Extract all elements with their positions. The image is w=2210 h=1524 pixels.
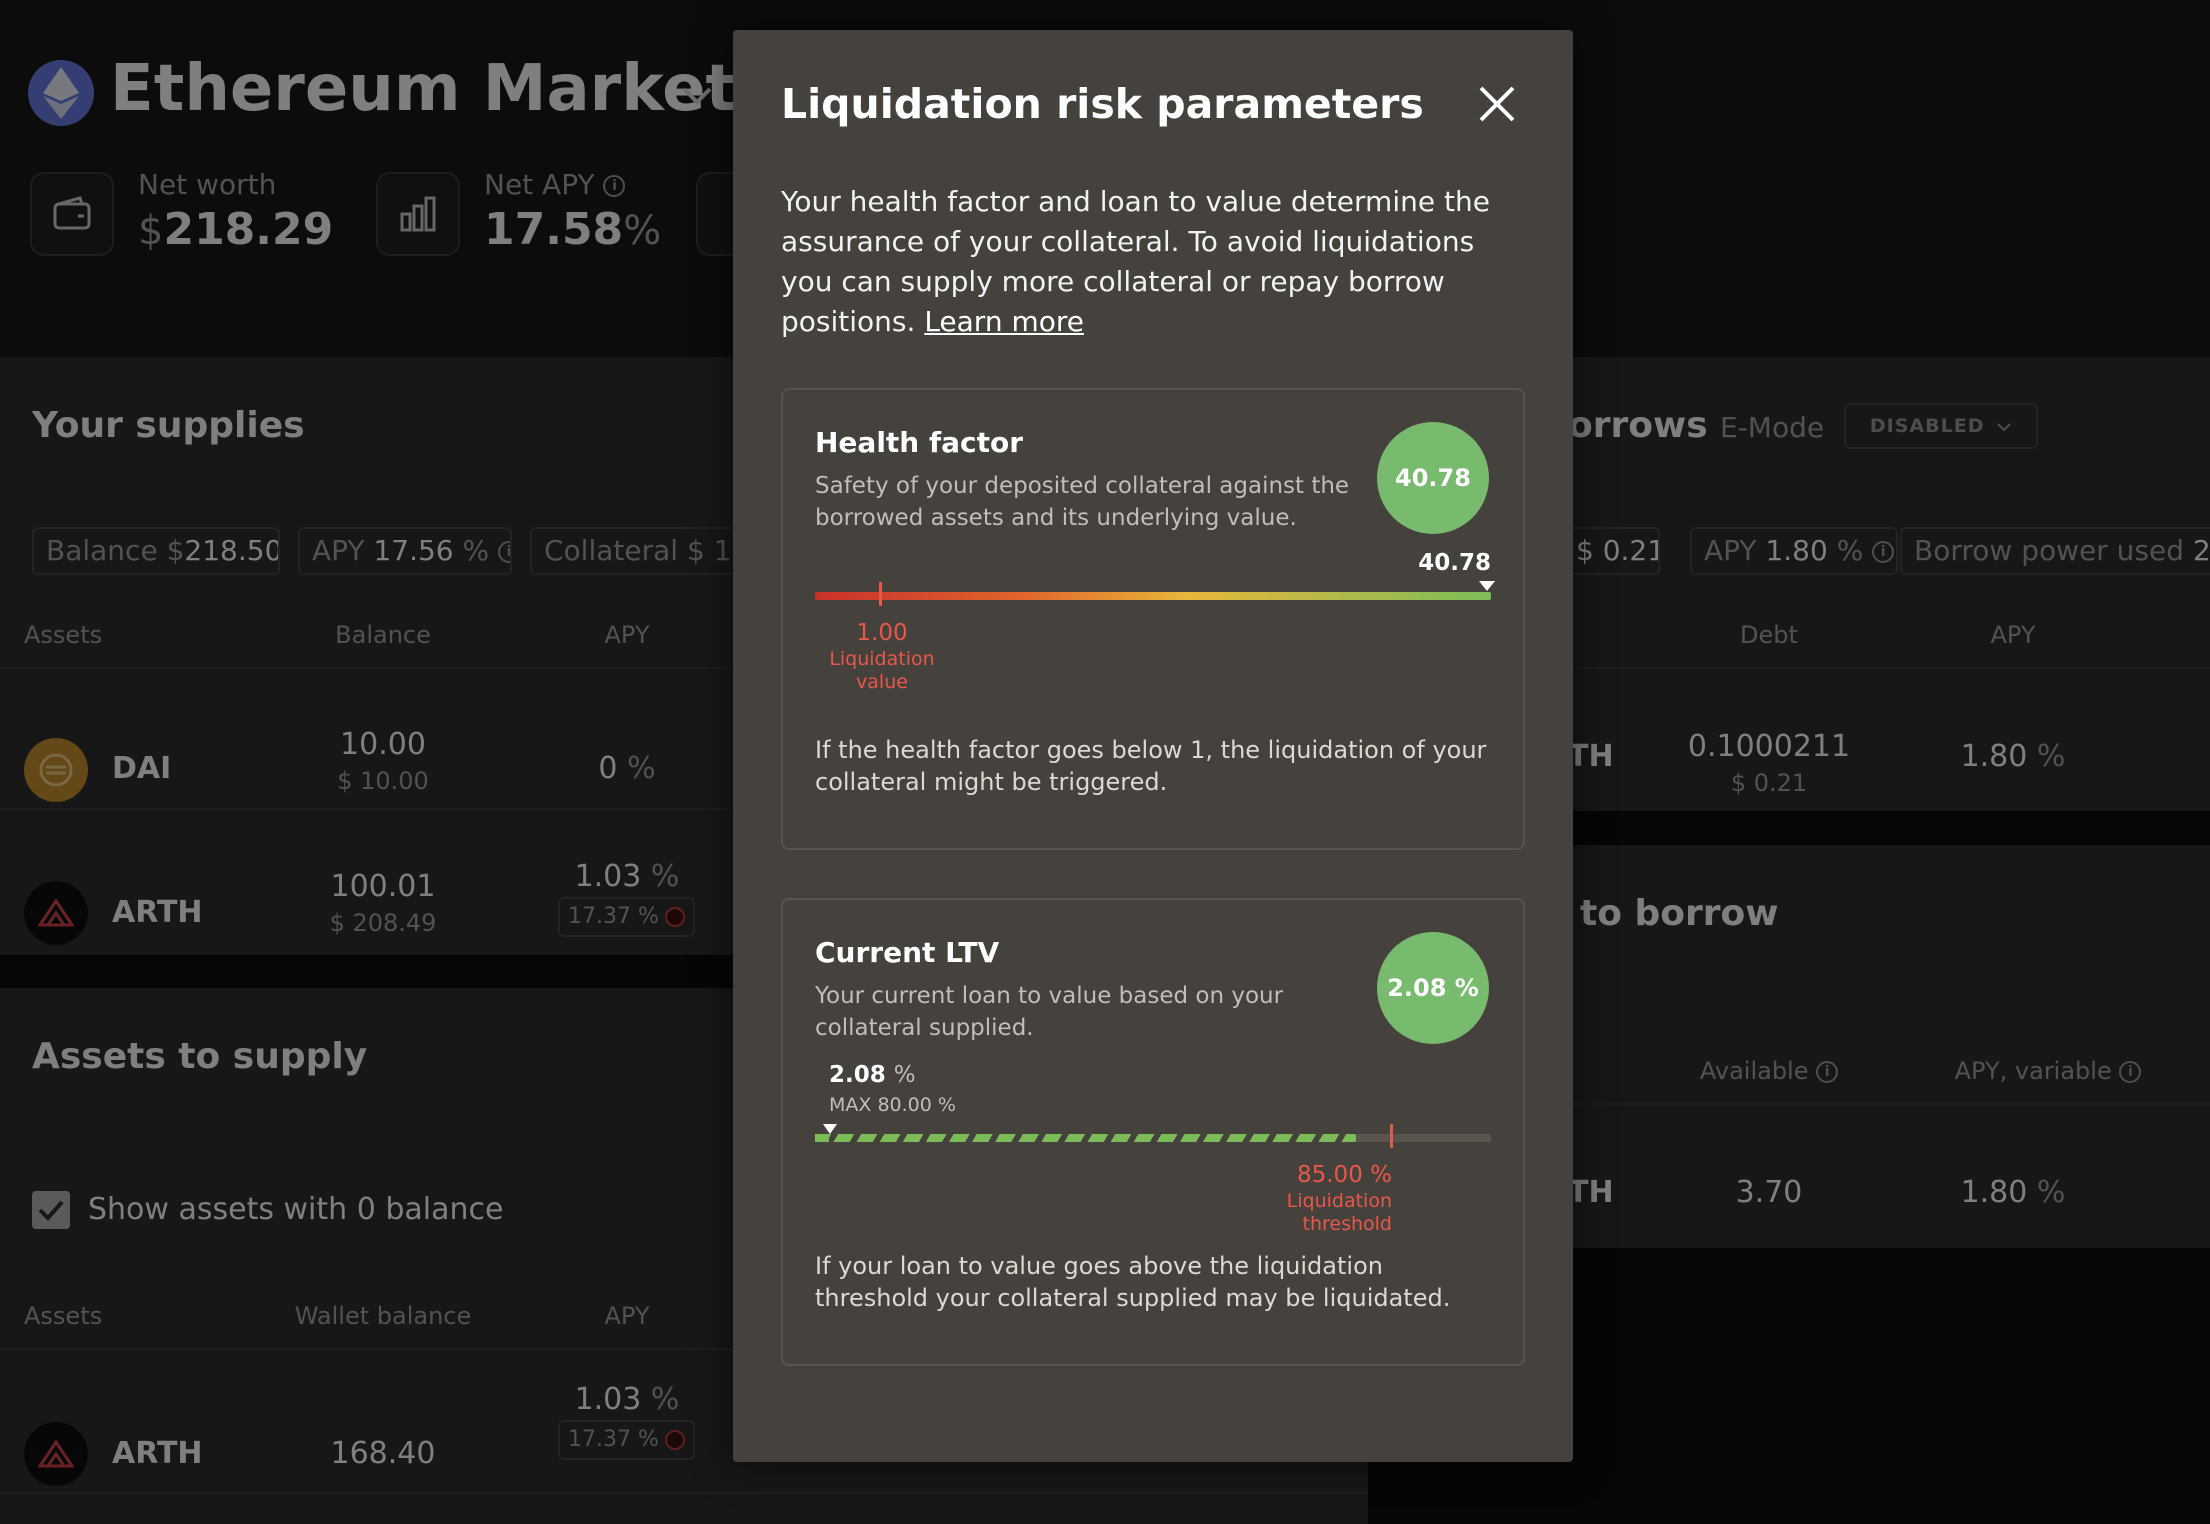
- health-factor-scale: 40.78 1.00 Liquidation value: [815, 550, 1495, 693]
- liquidation-value-label: Liquidation value: [815, 648, 949, 694]
- current-ltv-description: Your current loan to value based on your…: [815, 983, 1284, 1041]
- learn-more-link[interactable]: Learn more: [924, 305, 1084, 338]
- current-ltv-badge: 2.08 %: [1377, 932, 1489, 1044]
- health-factor-marker-value: 40.78: [1418, 550, 1491, 576]
- ltv-threshold-tick: [1390, 1124, 1393, 1148]
- ltv-threshold-value: 85.00 %: [1296, 1162, 1392, 1188]
- health-factor-badge: 40.78: [1377, 422, 1489, 534]
- ltv-current-value: 2.08 %: [829, 1062, 916, 1088]
- modal-title: Liquidation risk parameters: [781, 80, 1424, 128]
- liquidation-risk-modal: Liquidation risk parameters Your health …: [733, 30, 1573, 1462]
- health-factor-gradient-bar: [815, 592, 1491, 600]
- ltv-max-fill: [815, 1134, 1356, 1142]
- ltv-current-fill: [815, 1134, 829, 1142]
- health-factor-note: If the health factor goes below 1, the l…: [815, 736, 1487, 796]
- ltv-threshold-label-2: threshold: [1302, 1213, 1392, 1235]
- liquidation-value-number: 1.00: [856, 620, 908, 646]
- current-ltv-note: If your loan to value goes above the liq…: [815, 1252, 1451, 1312]
- liquidation-value-label-1: Liquidation: [829, 648, 935, 670]
- current-ltv-title: Current LTV: [815, 936, 1000, 969]
- modal-description-text: Your health factor and loan to value det…: [781, 185, 1490, 338]
- health-factor-marker-icon: [1479, 581, 1495, 591]
- ltv-scale: 2.08 % MAX 80.00 % 85.00 % Liquidation t…: [815, 1062, 1491, 1242]
- ltv-threshold-label-1: Liquidation: [1286, 1190, 1392, 1212]
- liquidation-value-tick: [879, 582, 882, 606]
- ltv-max-label: MAX 80.00 %: [829, 1094, 956, 1116]
- close-icon[interactable]: [1473, 80, 1521, 128]
- modal-description: Your health factor and loan to value det…: [781, 182, 1521, 342]
- ltv-current-number: 2.08: [829, 1062, 886, 1088]
- current-ltv-card: Current LTV Your current loan to value b…: [781, 898, 1525, 1366]
- health-factor-card: Health factor Safety of your deposited c…: [781, 388, 1525, 850]
- ltv-current-unit: %: [893, 1062, 916, 1088]
- ltv-threshold-label: Liquidation threshold: [1232, 1190, 1392, 1236]
- health-factor-description: Safety of your deposited collateral agai…: [815, 473, 1350, 531]
- liquidation-value-label-2: value: [856, 671, 908, 693]
- health-factor-title: Health factor: [815, 426, 1024, 459]
